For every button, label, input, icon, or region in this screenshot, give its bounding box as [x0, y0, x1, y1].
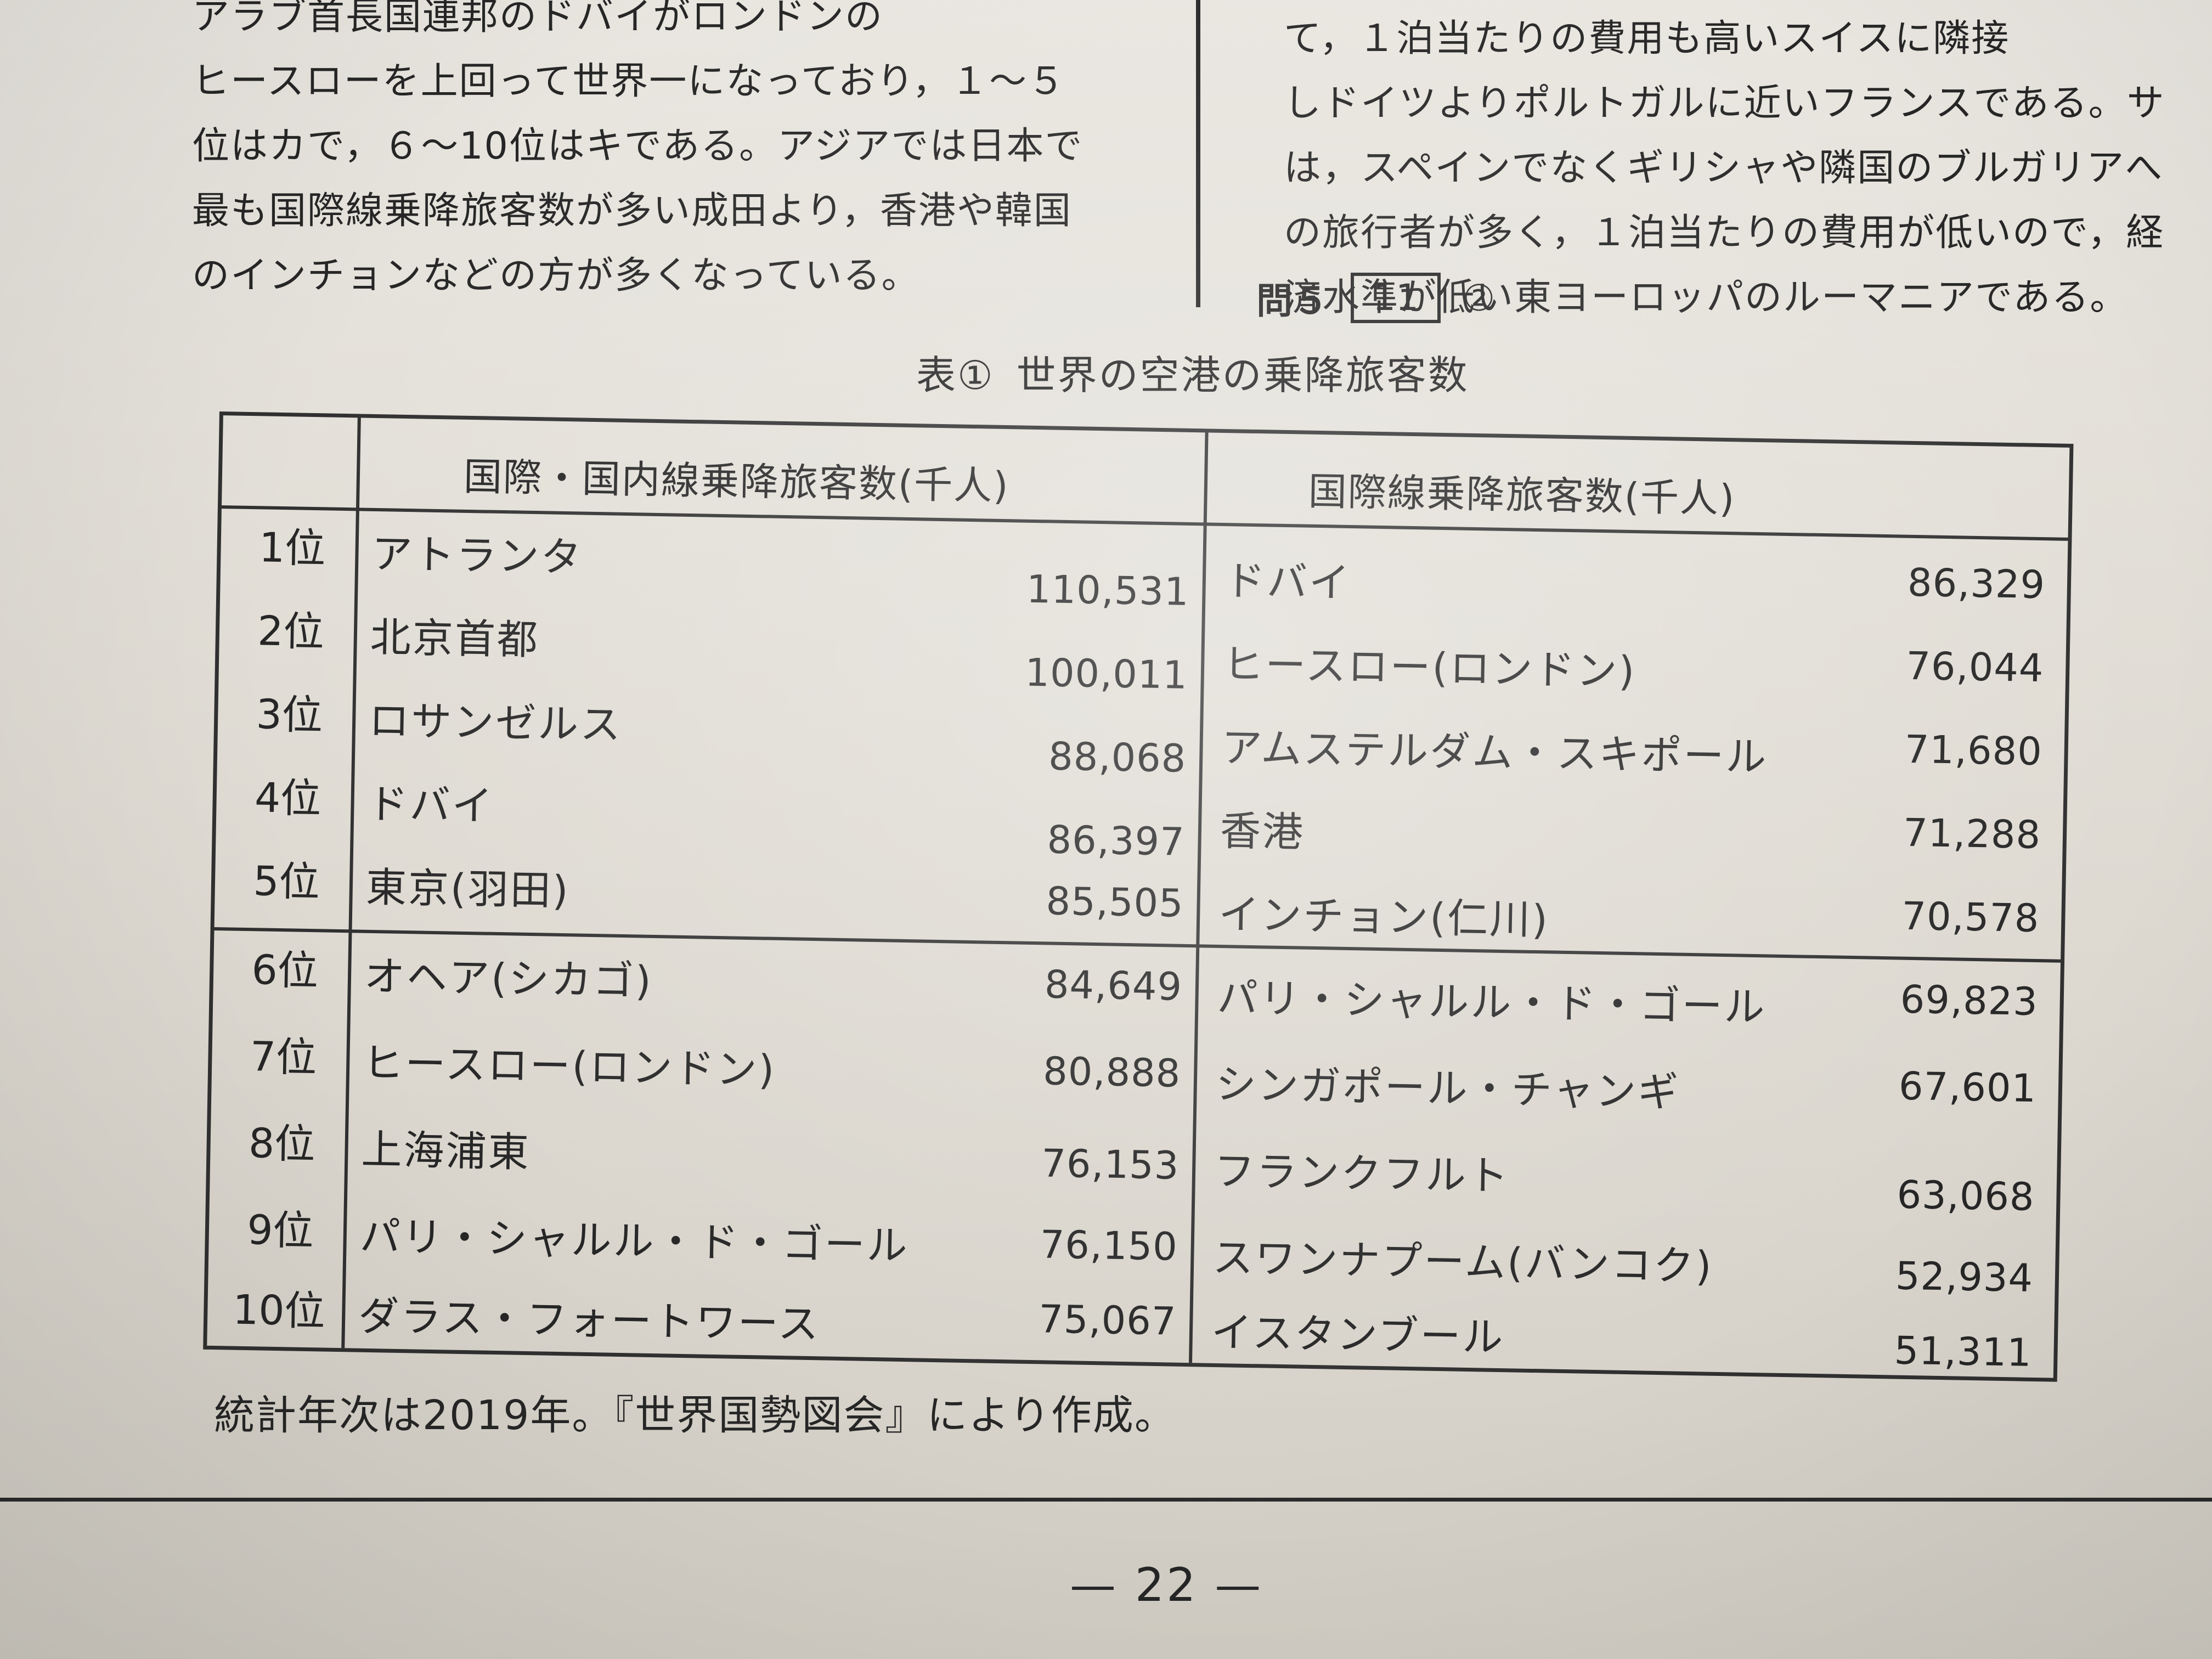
left-text-column: アラブ首長国連邦のドバイがロンドンの ヒースローを上回って世界一になっており，１… [192, 0, 1158, 308]
airport-name-international: シンガポール・チャンギ [1215, 1060, 1680, 1116]
airport-name-international: スワンナプーム(バンコク) [1212, 1234, 1714, 1290]
rank-cell: 9位 [246, 1206, 314, 1255]
rank-cell: 6位 [251, 946, 319, 995]
left-text-line: ヒースローを上回って世界一になっており，１～５ [192, 60, 1066, 103]
page-number: — 22 — [1070, 1558, 1263, 1612]
airport-name-international: イスタンブール [1211, 1308, 1505, 1362]
rank-cell: 1位 [258, 524, 326, 573]
airport-name-international: インチョン(仁川) [1218, 890, 1550, 944]
passengers-international: 86,329 [1907, 560, 2046, 608]
table-title: 世界の空港の乗降旅客数 [1016, 352, 1469, 398]
passengers-international: 69,823 [1900, 977, 2039, 1025]
airport-name-total: ダラス・フォートワース [358, 1293, 821, 1348]
question-5-answer: 問５ 11 ② [1256, 272, 1495, 324]
airport-name-international: フランクフルト [1214, 1147, 1510, 1200]
airport-name-total: ロサンゼルス [368, 697, 623, 749]
airport-name-international: 香港 [1220, 807, 1305, 856]
airport-name-total: アトランタ [371, 530, 584, 582]
airport-name-international: ドバイ [1224, 557, 1352, 607]
table-caption: 表① 世界の空港の乗降旅客数 [916, 343, 1491, 400]
airport-name-international: ヒースロー(ロンドン) [1222, 641, 1637, 696]
source-note: 統計年次は2019年。『世界国勢図会』により作成。 [214, 1392, 1176, 1439]
passengers-international: 51,311 [1893, 1328, 2033, 1375]
passengers-international: 71,288 [1903, 810, 2041, 858]
column-divider [1196, 0, 1200, 307]
rank-cell: 3位 [256, 691, 323, 740]
left-text-line: 最も国際線乗降旅客数が多い成田より，香港や韓国 [192, 189, 1072, 233]
passengers-international: 70,578 [1901, 893, 2040, 941]
answer-choice: ② [1462, 276, 1496, 319]
right-text-line: は，スペインでなくギリシャや隣国のブルガリアへ [1284, 146, 2164, 190]
airport-name-total: 東京(羽田) [365, 864, 571, 915]
rank-cell: 4位 [254, 774, 321, 823]
airport-name-total: ドバイ [366, 780, 495, 830]
passengers-international: 52,934 [1895, 1253, 2034, 1301]
passengers-total: 84,649 [1044, 962, 1183, 1009]
airport-name-international: パリ・シャルル・ド・ゴール [1216, 974, 1767, 1031]
rank-cell: 7位 [250, 1033, 317, 1082]
answer-number-box: 11 [1351, 273, 1441, 323]
airport-passenger-table: 国際・国内線乗降旅客数(千人) 国際線乗降旅客数(千人) 1位 アトランタ 11… [203, 411, 2074, 1382]
passengers-total: 76,150 [1040, 1222, 1178, 1269]
rank-cell: 10位 [232, 1286, 326, 1335]
passengers-total: 80,888 [1042, 1048, 1181, 1096]
book-page: アラブ首長国連邦のドバイがロンドンの ヒースローを上回って世界一になっており，１… [0, 0, 2212, 1659]
passengers-international: 76,044 [1905, 643, 2045, 691]
airport-name-international: アムステルダム・スキポール [1221, 724, 1769, 781]
left-text-line: のインチョンなどの方が多くなっている。 [192, 254, 920, 297]
page-bottom-rule [0, 1498, 2212, 1502]
rank-cell: 5位 [252, 857, 320, 906]
right-text-line: て，１泊当たりの費用も高いスイスに隣接 [1284, 17, 2010, 60]
rank-cell: 8位 [248, 1120, 316, 1169]
airport-name-total: 北京首都 [370, 613, 540, 664]
passengers-international: 71,680 [1904, 726, 2043, 775]
passengers-international: 63,068 [1896, 1172, 2035, 1220]
right-text-line: の旅行者が多く，１泊当たりの費用が低いので，経 [1284, 211, 2165, 255]
airport-name-total: 上海浦東 [360, 1126, 531, 1177]
header-international-passengers: 国際線乗降旅客数(千人) [1308, 469, 1736, 522]
airport-name-total: オヘア(シカゴ) [364, 952, 653, 1005]
airport-name-total: パリ・シャルル・ド・ゴール [359, 1212, 910, 1270]
passengers-total: 75,067 [1038, 1296, 1177, 1344]
table-number: 表① [916, 352, 995, 398]
header-total-passengers: 国際・国内線乗降旅客数(千人) [463, 454, 1010, 509]
rank-cell: 2位 [257, 607, 325, 656]
airport-name-total: ヒースロー(ロンドン) [362, 1039, 776, 1094]
left-text-line: 位はカで，６～10位はキである。アジアでは日本で [192, 125, 1084, 168]
passengers-international: 67,601 [1898, 1063, 2037, 1111]
right-text-line: しドイツよりポルトガルに近いフランスである。サ [1284, 82, 2165, 125]
passengers-total: 76,153 [1041, 1141, 1180, 1188]
left-text-line: アラブ首長国連邦のドバイがロンドンの [192, 0, 884, 38]
passengers-total: 85,505 [1046, 878, 1184, 926]
question-label: 問５ [1256, 280, 1329, 322]
